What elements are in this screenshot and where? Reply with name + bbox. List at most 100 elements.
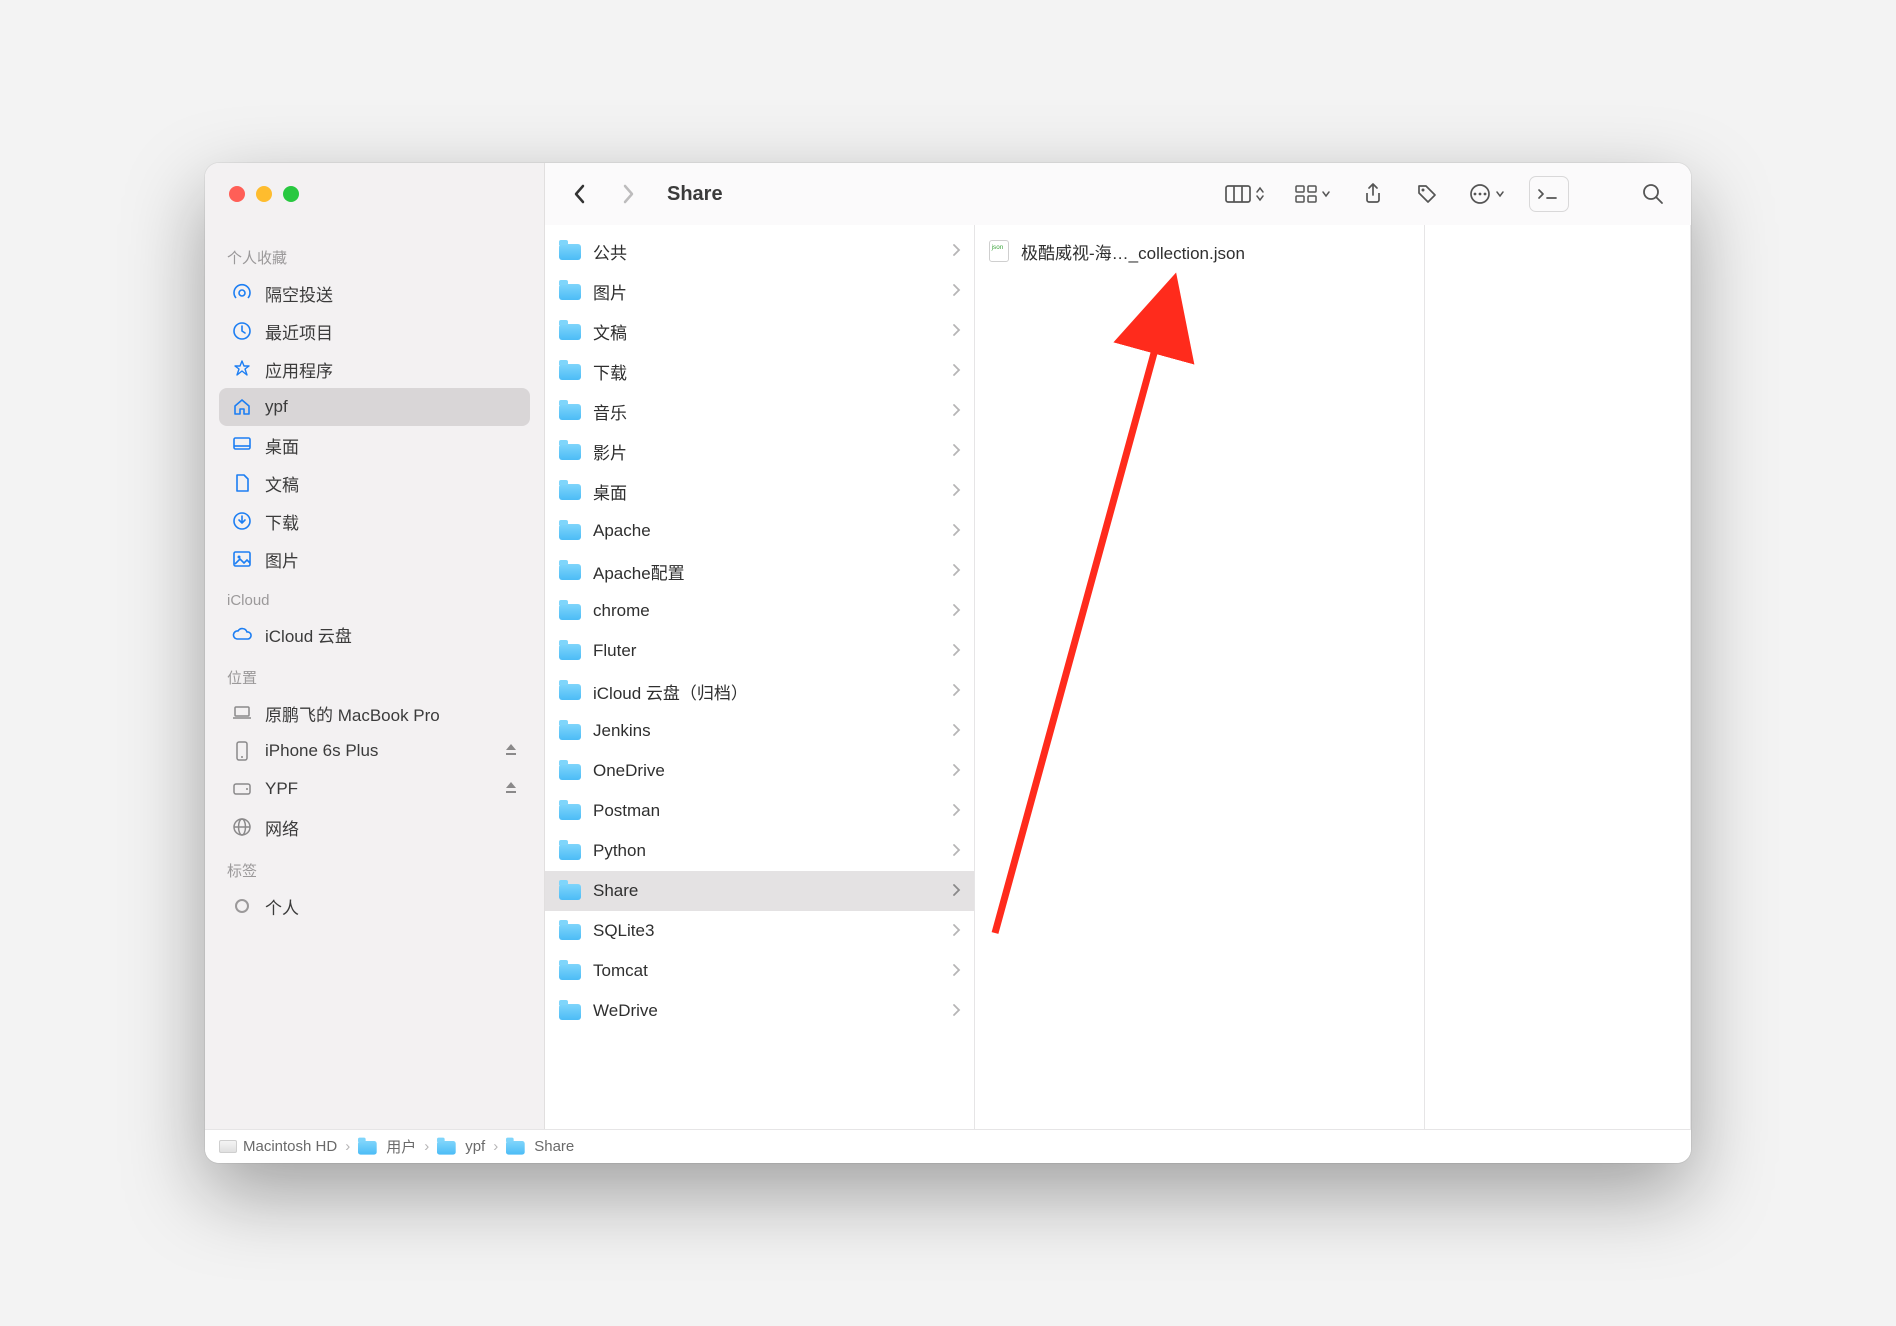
folder-name: Share	[593, 881, 638, 901]
folder-icon	[559, 442, 581, 460]
group-button[interactable]	[1289, 176, 1337, 212]
sidebar-item[interactable]: 网络	[219, 808, 530, 846]
chevron-right-icon	[952, 401, 960, 421]
sidebar-section-label: 位置	[227, 667, 530, 688]
folder-row[interactable]: Apache	[545, 511, 974, 551]
folder-icon	[559, 802, 581, 820]
chevron-right-icon	[952, 1001, 960, 1021]
folder-row[interactable]: Fluter	[545, 631, 974, 671]
folder-icon	[559, 282, 581, 300]
path-segment[interactable]: Macintosh HD	[219, 1138, 337, 1155]
folder-icon	[559, 722, 581, 740]
folder-row[interactable]: 图片	[545, 271, 974, 311]
sidebar-item[interactable]: ypf	[219, 388, 530, 426]
folder-row[interactable]: Jenkins	[545, 711, 974, 751]
folder-icon	[559, 882, 581, 900]
sidebar-item[interactable]: 应用程序	[219, 350, 530, 388]
sidebar-item-label: 应用程序	[265, 357, 333, 382]
back-button[interactable]	[565, 179, 595, 209]
folder-row[interactable]: Share	[545, 871, 974, 911]
close-button[interactable]	[229, 186, 245, 202]
share-button[interactable]	[1355, 176, 1391, 212]
folder-icon	[506, 1139, 525, 1154]
folder-row[interactable]: 公共	[545, 231, 974, 271]
sidebar-item[interactable]: YPF	[219, 770, 530, 808]
folder-name: 音乐	[593, 399, 627, 424]
folder-row[interactable]: Tomcat	[545, 951, 974, 991]
folder-row[interactable]: 影片	[545, 431, 974, 471]
toolbar: Share	[545, 163, 1691, 225]
cloud-icon	[231, 626, 253, 642]
folder-name: 图片	[593, 279, 627, 304]
path-bar[interactable]: Macintosh HD›用户›ypf›Share	[205, 1129, 1691, 1163]
folder-name: Postman	[593, 801, 660, 821]
eject-icon[interactable]	[504, 741, 518, 761]
tag-button[interactable]	[1409, 176, 1445, 212]
folder-row[interactable]: Apache配置	[545, 551, 974, 591]
folder-icon	[559, 642, 581, 660]
sidebar-item-label: ypf	[265, 397, 288, 417]
folder-row[interactable]: Postman	[545, 791, 974, 831]
sidebar-item[interactable]: iCloud 云盘	[219, 615, 530, 653]
sidebar-item[interactable]: iPhone 6s Plus	[219, 732, 530, 770]
folder-row[interactable]: 桌面	[545, 471, 974, 511]
column-3[interactable]	[1425, 225, 1691, 1129]
folder-name: 公共	[593, 239, 627, 264]
sidebar-item-label: 图片	[265, 547, 299, 572]
chevron-right-icon	[952, 681, 960, 701]
folder-row[interactable]: 下载	[545, 351, 974, 391]
disk-icon	[219, 1140, 237, 1153]
folder-row[interactable]: Python	[545, 831, 974, 871]
sidebar-item[interactable]: 桌面	[219, 426, 530, 464]
sidebar-item[interactable]: 原鹏飞的 MacBook Pro	[219, 694, 530, 732]
path-segment[interactable]: ypf	[437, 1138, 485, 1156]
chevron-right-icon	[952, 281, 960, 301]
terminal-button[interactable]	[1529, 176, 1569, 212]
chevron-down-icon	[1495, 189, 1505, 199]
minimize-button[interactable]	[256, 186, 272, 202]
folder-row[interactable]: SQLite3	[545, 911, 974, 951]
chevron-right-icon	[952, 761, 960, 781]
folder-icon	[559, 842, 581, 860]
sidebar-item[interactable]: 图片	[219, 540, 530, 578]
folder-row[interactable]: 音乐	[545, 391, 974, 431]
desktop-icon	[231, 436, 253, 454]
sidebar-item[interactable]: 下载	[219, 502, 530, 540]
sidebar-item-label: 网络	[265, 815, 299, 840]
search-button[interactable]	[1635, 176, 1671, 212]
doc-icon	[231, 473, 253, 493]
chevron-right-icon	[952, 561, 960, 581]
file-row[interactable]: 极酷威视-海…_collection.json	[975, 231, 1424, 271]
sidebar-item[interactable]: 个人	[219, 887, 530, 925]
action-button[interactable]	[1463, 176, 1511, 212]
sidebar-item[interactable]: 最近项目	[219, 312, 530, 350]
folder-row[interactable]: WeDrive	[545, 991, 974, 1031]
chevron-right-icon	[952, 601, 960, 621]
path-segment[interactable]: Share	[506, 1138, 574, 1156]
folder-row[interactable]: chrome	[545, 591, 974, 631]
sidebar-item[interactable]: 文稿	[219, 464, 530, 502]
globe-icon	[231, 817, 253, 837]
folder-icon	[559, 362, 581, 380]
zoom-button[interactable]	[283, 186, 299, 202]
chevron-right-icon	[952, 961, 960, 981]
folder-row[interactable]: OneDrive	[545, 751, 974, 791]
sidebar-item[interactable]: 隔空投送	[219, 274, 530, 312]
forward-button[interactable]	[613, 179, 643, 209]
column-1[interactable]: 公共图片文稿下载音乐影片桌面ApacheApache配置chromeFluter…	[545, 225, 975, 1129]
download-icon	[231, 511, 253, 531]
eject-icon[interactable]	[504, 779, 518, 799]
folder-icon	[559, 602, 581, 620]
view-columns-button[interactable]	[1219, 176, 1271, 212]
window-title: Share	[667, 183, 723, 206]
path-segment[interactable]: 用户	[358, 1136, 416, 1157]
chevron-right-icon: ›	[493, 1138, 498, 1155]
sidebar-item-label: iPhone 6s Plus	[265, 741, 378, 761]
image-icon	[231, 550, 253, 568]
chevron-right-icon	[952, 441, 960, 461]
folder-row[interactable]: iCloud 云盘（归档）	[545, 671, 974, 711]
folder-row[interactable]: 文稿	[545, 311, 974, 351]
column-2[interactable]: 极酷威视-海…_collection.json	[975, 225, 1425, 1129]
clock-icon	[231, 321, 253, 341]
chevron-right-icon	[952, 521, 960, 541]
